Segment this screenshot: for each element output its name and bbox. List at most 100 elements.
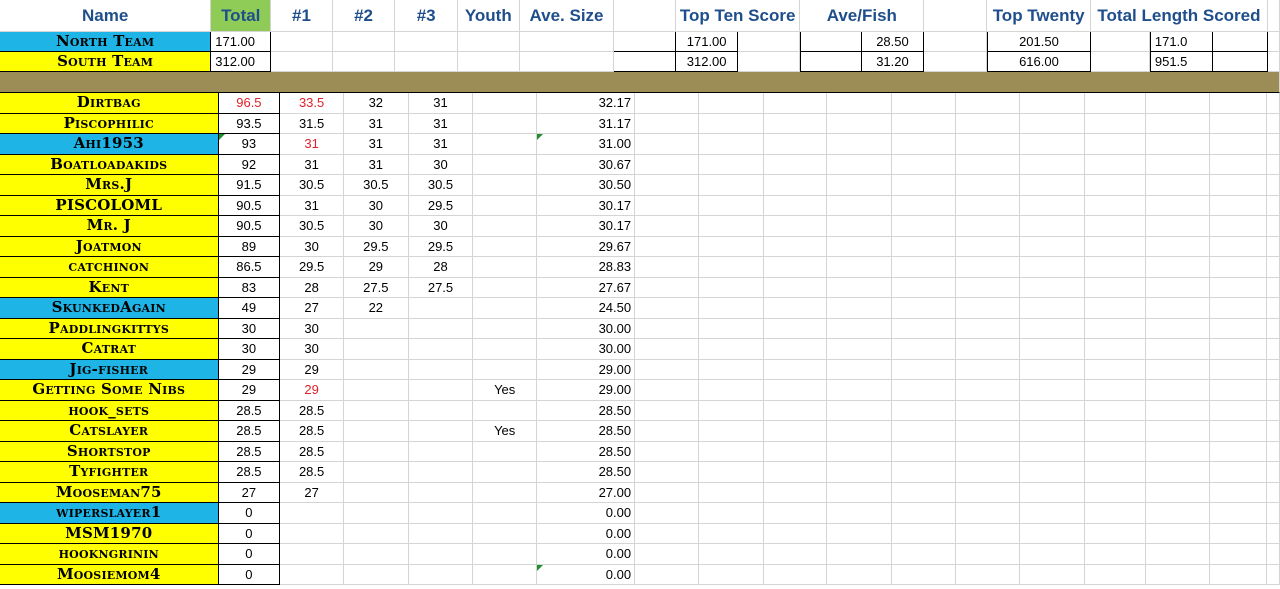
player-n2[interactable] [343,564,409,585]
cell[interactable] [698,380,764,401]
cell[interactable] [1210,318,1268,339]
cell[interactable] [1020,523,1085,544]
cell[interactable] [827,175,892,196]
cell[interactable] [955,544,1021,565]
player-youth[interactable] [473,523,538,544]
col-o-header[interactable] [1267,0,1280,32]
team-name[interactable]: South Team [0,52,212,72]
player-youth[interactable] [473,544,538,565]
cell[interactable] [827,236,892,257]
cell[interactable] [1267,298,1280,319]
player-n3[interactable]: 29.5 [408,236,474,257]
cell[interactable] [891,523,956,544]
player-name[interactable]: Shortstop [0,441,219,462]
cell[interactable] [635,216,699,237]
player-n3[interactable] [408,482,474,503]
cell[interactable] [1020,462,1085,483]
player-youth[interactable] [473,400,538,421]
cell[interactable] [763,195,828,216]
player-name[interactable]: catchinon [0,257,219,278]
player-n2[interactable] [343,400,409,421]
player-youth[interactable] [473,298,538,319]
player-avg[interactable]: 0.00 [537,523,636,544]
cell[interactable] [1210,298,1268,319]
cell[interactable] [763,523,828,544]
player-n2[interactable] [343,503,409,524]
player-total[interactable]: 30 [218,339,281,360]
player-name[interactable]: MSM1970 [0,523,219,544]
cell[interactable] [1084,441,1146,462]
cell[interactable] [698,318,764,339]
player-n3[interactable]: 30 [408,216,474,237]
cell[interactable] [1145,462,1211,483]
cell[interactable] [698,339,764,360]
player-n2[interactable] [343,318,409,339]
cell[interactable] [955,113,1021,134]
cell[interactable] [827,359,892,380]
cell[interactable] [763,339,828,360]
player-n2[interactable] [343,523,409,544]
cell[interactable] [1267,175,1280,196]
player-n1[interactable]: 30 [280,339,344,360]
cell[interactable] [1145,523,1211,544]
cell[interactable] [635,441,699,462]
cell[interactable] [1020,154,1085,175]
player-total[interactable]: 0 [218,564,281,585]
cell[interactable] [1210,277,1268,298]
separator-cell[interactable] [0,72,1280,93]
player-n3[interactable] [408,421,474,442]
cell[interactable] [1145,380,1211,401]
cell[interactable] [1020,339,1085,360]
player-youth[interactable] [473,216,538,237]
player-total[interactable]: 96.5 [218,93,281,114]
player-total[interactable]: 86.5 [218,257,281,278]
cell[interactable] [891,113,956,134]
cell[interactable] [763,154,828,175]
cell[interactable] [1084,113,1146,134]
cell[interactable] [698,544,764,565]
player-total[interactable]: 29 [218,380,281,401]
player-n3[interactable] [408,503,474,524]
cell[interactable] [763,503,828,524]
cell[interactable] [1267,544,1280,565]
player-avg[interactable]: 29.00 [537,380,636,401]
player-avg[interactable]: 30.17 [537,195,636,216]
cell[interactable] [519,32,615,52]
player-name[interactable]: Dirtbag [0,93,219,114]
cell[interactable] [1267,482,1280,503]
player-avg[interactable]: 30.67 [537,154,636,175]
player-avg[interactable]: 28.50 [537,400,636,421]
player-youth[interactable] [473,277,538,298]
cell[interactable] [891,359,956,380]
cell[interactable] [955,482,1021,503]
cell[interactable] [519,52,615,72]
cell[interactable] [635,175,699,196]
player-n1[interactable]: 28.5 [280,400,344,421]
cell[interactable] [1210,523,1268,544]
cell[interactable] [1084,482,1146,503]
player-total[interactable]: 28.5 [218,462,281,483]
cell[interactable] [332,52,396,72]
cell[interactable] [635,113,699,134]
player-n2[interactable] [343,380,409,401]
cell[interactable] [1267,257,1280,278]
cell[interactable] [457,52,520,72]
cell[interactable] [1267,564,1280,585]
player-name[interactable]: Moosiemom4 [0,564,219,585]
cell[interactable] [698,236,764,257]
cell[interactable] [763,134,828,155]
player-youth[interactable] [473,195,538,216]
player-name[interactable]: Mrs.J [0,175,219,196]
cell[interactable] [827,503,892,524]
cell[interactable] [1210,421,1268,442]
player-name[interactable]: Kent [0,277,219,298]
cell[interactable] [891,544,956,565]
cell[interactable] [1020,318,1085,339]
cell[interactable] [1145,359,1211,380]
cell[interactable] [955,339,1021,360]
cell[interactable] [891,339,956,360]
cell[interactable] [955,421,1021,442]
cell[interactable] [955,503,1021,524]
cell[interactable] [1084,236,1146,257]
cell[interactable] [1020,421,1085,442]
